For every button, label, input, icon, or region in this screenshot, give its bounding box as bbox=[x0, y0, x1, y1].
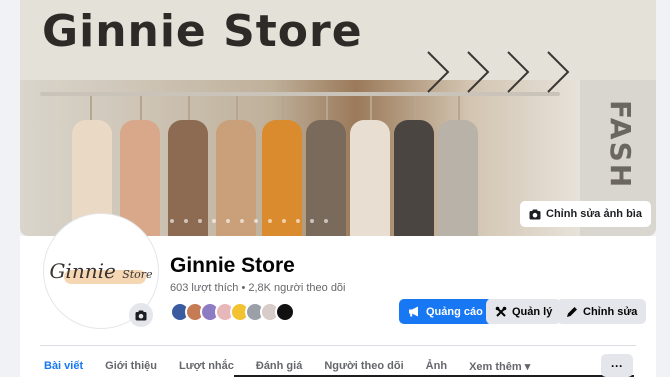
tab-photos[interactable]: Ảnh bbox=[426, 360, 447, 373]
chevron-right-icon bbox=[547, 51, 570, 93]
hanger bbox=[414, 96, 416, 122]
cover-dots bbox=[170, 219, 328, 223]
hanger bbox=[282, 96, 284, 122]
tab-more[interactable]: Xem thêm ▾ bbox=[469, 360, 530, 373]
tab-mentions[interactable]: Lượt nhắc bbox=[179, 360, 234, 373]
megaphone-icon bbox=[409, 306, 418, 317]
avatar-logo-small: Store bbox=[122, 268, 153, 281]
chevron-right-icon bbox=[507, 51, 530, 93]
avatar-logo-main: Ginnie bbox=[49, 259, 116, 283]
camera-icon bbox=[529, 209, 541, 219]
pencil-icon bbox=[567, 306, 577, 317]
avatar-logo: Ginnie Store bbox=[49, 259, 152, 283]
chevron-right-icon bbox=[427, 51, 450, 93]
garment bbox=[120, 120, 160, 236]
edit-cover-label: Chỉnh sửa ảnh bìa bbox=[546, 208, 642, 220]
garment bbox=[350, 120, 390, 236]
header-divider bbox=[40, 345, 636, 346]
edit-page-label: Chỉnh sửa bbox=[583, 305, 638, 318]
hanger bbox=[188, 96, 190, 122]
camera-icon bbox=[135, 310, 147, 320]
cover-side-text: FASH bbox=[604, 100, 637, 190]
update-avatar-button[interactable] bbox=[129, 303, 153, 327]
edit-page-button[interactable]: Chỉnh sửa bbox=[557, 299, 647, 324]
follower-avatars[interactable] bbox=[170, 302, 295, 322]
manage-button[interactable]: Quản lý bbox=[486, 299, 562, 324]
edit-cover-button[interactable]: Chỉnh sửa ảnh bìa bbox=[520, 201, 651, 227]
hanger bbox=[90, 96, 92, 122]
tools-icon bbox=[495, 306, 507, 317]
garment bbox=[438, 120, 478, 236]
tab-about[interactable]: Giới thiệu bbox=[105, 360, 157, 373]
page-tabs: Bài viết Giới thiệu Lượt nhắc Đánh giá N… bbox=[44, 360, 552, 373]
hanger bbox=[236, 96, 238, 122]
hanger bbox=[458, 96, 460, 122]
manage-label: Quản lý bbox=[512, 305, 553, 318]
hanger bbox=[326, 96, 328, 122]
promote-label: Quảng cáo bbox=[426, 305, 483, 318]
hanger bbox=[370, 96, 372, 122]
tab-followers[interactable]: Người theo dõi bbox=[324, 360, 403, 373]
tab-reviews[interactable]: Đánh giá bbox=[256, 360, 302, 373]
cover-title: Ginnie Store bbox=[42, 6, 363, 57]
hanger bbox=[140, 96, 142, 122]
chevron-right-icon bbox=[467, 51, 490, 93]
more-options-button[interactable]: ··· bbox=[601, 354, 633, 377]
tab-posts[interactable]: Bài viết bbox=[44, 360, 83, 373]
page-title: Ginnie Store bbox=[170, 254, 295, 277]
follower-avatar[interactable] bbox=[275, 302, 295, 322]
page-stats[interactable]: 603 lượt thích • 2,8K người theo dõi bbox=[170, 282, 346, 294]
garment bbox=[394, 120, 434, 236]
promote-button[interactable]: Quảng cáo bbox=[399, 299, 492, 324]
